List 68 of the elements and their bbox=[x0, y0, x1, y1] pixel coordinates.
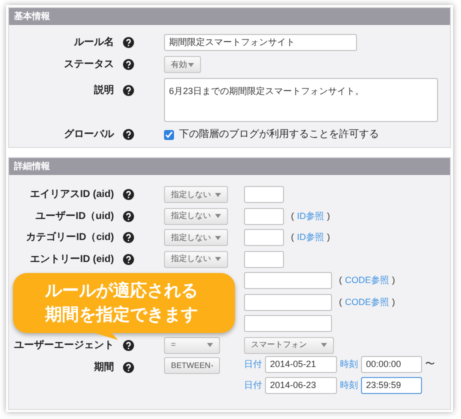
select-dropdown[interactable]: 指定しない bbox=[164, 186, 228, 204]
parenthesis: ( bbox=[339, 274, 342, 287]
input-field[interactable]: 2014-06-23 bbox=[265, 377, 337, 394]
field-label: エントリーID (eid) bbox=[30, 252, 114, 267]
help-icon[interactable] bbox=[123, 37, 134, 48]
section-header: 基本情報 bbox=[9, 8, 450, 25]
help-icon[interactable] bbox=[123, 129, 134, 140]
field-label: エイリアスID (aid) bbox=[30, 188, 114, 202]
parenthesis: ) bbox=[327, 210, 330, 223]
input-field[interactable] bbox=[244, 229, 284, 246]
help-icon[interactable] bbox=[123, 59, 134, 70]
input-field[interactable]: 00:00:00 bbox=[361, 356, 422, 373]
field-label: カテゴリーID（cid) bbox=[26, 230, 114, 246]
section-header: 詳細情報 bbox=[9, 158, 450, 175]
input-field[interactable]: 2014-05-21 bbox=[265, 356, 337, 373]
input-field[interactable] bbox=[244, 315, 332, 332]
field-label: 期間 bbox=[94, 360, 114, 375]
checkbox[interactable] bbox=[164, 130, 174, 140]
caret-icon bbox=[215, 214, 221, 218]
caret-icon bbox=[188, 62, 194, 66]
input-field[interactable] bbox=[244, 294, 332, 311]
field-label: ユーザーエージェント bbox=[14, 338, 114, 353]
select-dropdown[interactable]: = bbox=[164, 336, 220, 354]
field-label: ルール名 bbox=[74, 36, 114, 50]
input-field[interactable] bbox=[244, 250, 284, 268]
field-label: ステータス bbox=[64, 58, 114, 72]
caret-icon bbox=[215, 236, 221, 240]
time-label: 時刻 bbox=[340, 378, 358, 392]
select-dropdown[interactable]: BETWEEN bbox=[164, 357, 220, 374]
date-label: 日付 bbox=[244, 358, 262, 371]
caret-icon bbox=[210, 364, 213, 368]
parenthesis: ) bbox=[392, 274, 396, 287]
help-icon[interactable] bbox=[123, 210, 134, 222]
parenthesis: ) bbox=[327, 231, 330, 244]
parenthesis: ( bbox=[291, 231, 294, 244]
time-label: 時刻 bbox=[340, 358, 358, 371]
callout-text: 期間を指定できます bbox=[45, 304, 199, 326]
input-field[interactable] bbox=[244, 208, 284, 225]
select-dropdown[interactable]: 指定しない bbox=[164, 229, 228, 246]
caret-icon bbox=[215, 257, 221, 262]
input-field[interactable] bbox=[244, 272, 332, 290]
date-label: 日付 bbox=[244, 378, 262, 392]
caret-icon bbox=[207, 343, 213, 348]
field-label: グローバル bbox=[64, 128, 114, 142]
help-icon[interactable] bbox=[123, 189, 134, 200]
range-tilde: 〜 bbox=[425, 358, 435, 372]
input-field[interactable] bbox=[244, 186, 284, 204]
callout-text: ルールが適応される bbox=[45, 280, 199, 302]
help-icon[interactable] bbox=[123, 254, 134, 265]
help-icon[interactable] bbox=[123, 340, 134, 351]
checkbox-label: 下の階層のブログが利用することを許可する bbox=[179, 128, 379, 142]
input-field[interactable]: 23:59:59 bbox=[361, 377, 422, 394]
parenthesis: ( bbox=[291, 210, 294, 223]
select-dropdown[interactable]: 指定しない bbox=[164, 250, 228, 268]
help-icon[interactable] bbox=[123, 85, 134, 96]
caret-icon bbox=[215, 192, 221, 197]
select-dropdown[interactable]: スマートフォン bbox=[244, 336, 334, 354]
caret-icon bbox=[321, 343, 327, 348]
parenthesis: ) bbox=[392, 296, 396, 309]
parenthesis: ( bbox=[339, 296, 342, 309]
field-label: 説明 bbox=[94, 84, 114, 98]
input-field[interactable]: 期間限定スマートフォンサイト bbox=[164, 34, 357, 51]
description-textarea[interactable]: 6月23日までの期間限定スマートフォンサイト。 bbox=[164, 78, 438, 122]
select-dropdown[interactable]: 有効 bbox=[164, 56, 201, 73]
help-icon[interactable] bbox=[123, 232, 134, 244]
help-icon[interactable] bbox=[123, 362, 134, 373]
select-dropdown[interactable]: 指定しない bbox=[164, 208, 228, 225]
field-label: ユーザーID（uid) bbox=[36, 210, 114, 224]
